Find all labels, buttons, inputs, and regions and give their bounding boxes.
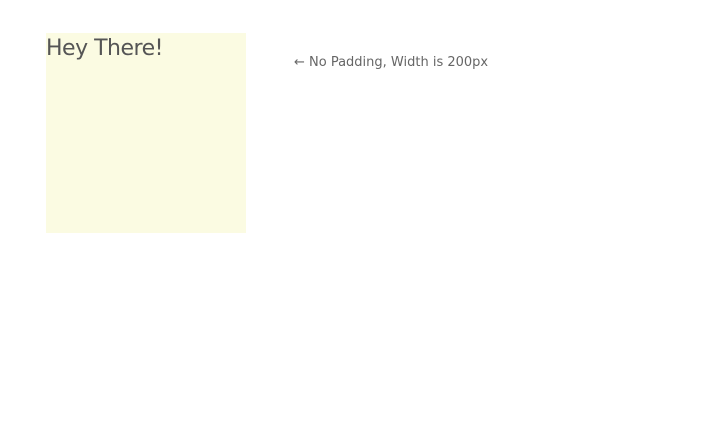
demo-box: Hey There! xyxy=(46,33,246,233)
annotation-label: ← No Padding, Width is 200px xyxy=(294,55,489,70)
box-text: Hey There! xyxy=(46,36,163,61)
